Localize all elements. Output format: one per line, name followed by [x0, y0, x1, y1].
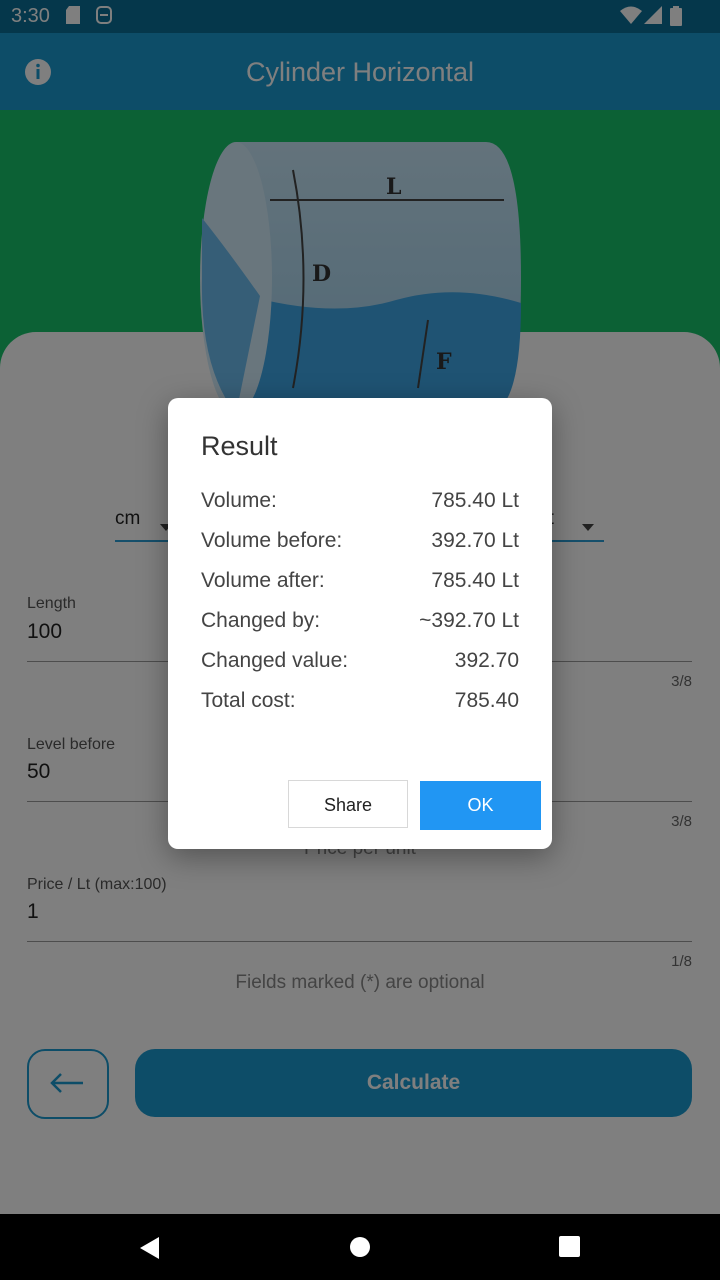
dialog-title: Result	[201, 431, 278, 461]
result-row-changed-by: Changed by: ~392.70 Lt	[201, 609, 519, 639]
result-value: 392.70 Lt	[431, 529, 519, 552]
result-row-volume-before: Volume before: 392.70 Lt	[201, 529, 519, 559]
result-value: 785.40	[454, 689, 519, 712]
ok-button[interactable]: OK	[420, 781, 541, 830]
result-value: 785.40 Lt	[431, 489, 519, 512]
share-button[interactable]: Share	[288, 780, 408, 828]
result-label: Total cost:	[201, 689, 296, 712]
result-row-changed-value: Changed value: 392.70	[201, 649, 519, 679]
result-row-volume-after: Volume after: 785.40 Lt	[201, 569, 519, 599]
result-value: 392.70	[454, 649, 519, 672]
result-value: ~392.70 Lt	[419, 609, 519, 632]
result-row-total-cost: Total cost: 785.40	[201, 689, 519, 719]
result-label: Changed value:	[201, 649, 349, 672]
result-dialog: Result Volume: 785.40 Lt Volume before: …	[168, 398, 552, 849]
nav-recents-icon[interactable]	[559, 1236, 580, 1262]
result-label: Volume:	[201, 489, 277, 512]
result-value: 785.40 Lt	[431, 569, 519, 592]
system-nav-bar	[0, 1214, 720, 1280]
result-label: Volume before:	[201, 529, 343, 552]
result-label: Changed by:	[201, 609, 321, 632]
result-row-volume: Volume: 785.40 Lt	[201, 489, 519, 519]
result-label: Volume after:	[201, 569, 325, 592]
nav-back-icon[interactable]	[138, 1236, 160, 1265]
nav-home-icon[interactable]	[349, 1236, 371, 1263]
